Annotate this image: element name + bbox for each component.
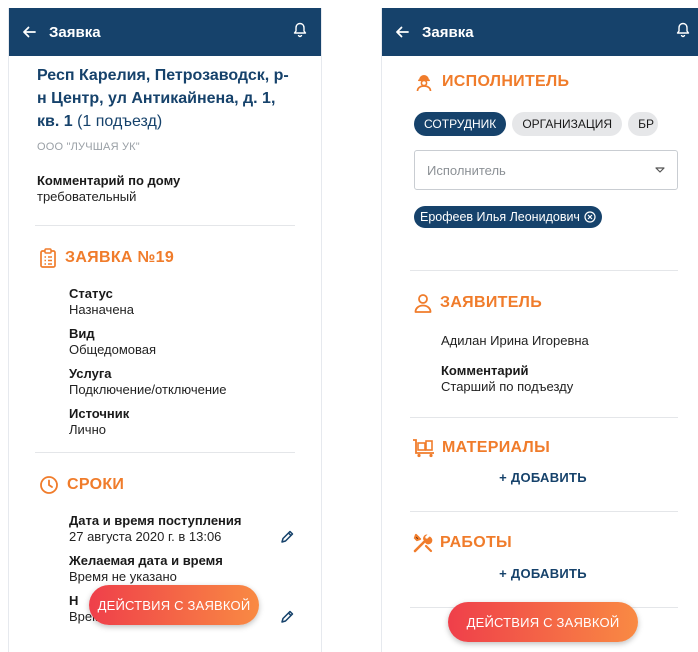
- notifications-button[interactable]: [676, 22, 690, 43]
- clock-icon: [40, 476, 58, 494]
- applicant-comment-value: Старший по подъезду: [441, 379, 574, 394]
- request-section-title: ЗАЯВКА №19: [65, 249, 175, 266]
- back-button[interactable]: [9, 24, 49, 40]
- worker-icon: [416, 75, 432, 92]
- request-actions-button[interactable]: ДЕЙСТВИЯ С ЗАЯВКОЙ: [448, 602, 638, 642]
- selected-executor-name: Ерофеев Илья Леонидович: [420, 210, 580, 224]
- field-label: Вид: [69, 326, 95, 341]
- pencil-icon: [281, 610, 294, 623]
- materials-section-title: МАТЕРИАЛЫ: [442, 439, 551, 456]
- selected-executor-chip: Ерофеев Илья Леонидович: [414, 206, 602, 228]
- field-label: Статус: [69, 286, 113, 301]
- works-section-title: РАБОТЫ: [440, 534, 513, 551]
- applicant-name: Адилан Ирина Игоревна: [441, 333, 589, 348]
- edit-third-button[interactable]: [279, 609, 295, 630]
- arrow-left-icon: [23, 26, 36, 38]
- applicant-comment-label: Комментарий: [441, 363, 529, 378]
- chip-organization[interactable]: ОРГАНИЗАЦИЯ: [512, 112, 623, 136]
- materials-section-header: МАТЕРИАЛЫ: [412, 438, 674, 458]
- terms-section-title: СРОКИ: [67, 476, 125, 493]
- field-label: Желаемая дата и время: [69, 553, 223, 568]
- request-field-source: Источник Лично: [69, 406, 293, 438]
- field-label: Услуга: [69, 366, 112, 381]
- divider: [35, 225, 295, 226]
- terms-field-desired: Желаемая дата и время Время не указано: [69, 553, 293, 585]
- bell-icon: [676, 22, 690, 38]
- executor-type-chips: СОТРУДНИК ОРГАНИЗАЦИЯ БР: [414, 112, 674, 136]
- add-material-button[interactable]: + ДОБАВИТЬ: [412, 470, 674, 485]
- applicant-section-header: ЗАЯВИТЕЛЬ: [414, 293, 674, 313]
- request-field-status: Статус Назначена: [69, 286, 293, 318]
- divider: [410, 270, 678, 271]
- pencil-icon: [281, 530, 294, 543]
- applicant-section-title: ЗАЯВИТЕЛЬ: [440, 294, 543, 311]
- address: Респ Карелия, Петрозаводск, р-н Центр, у…: [37, 64, 293, 133]
- left-screen: Заявка Респ Карелия, Петрозаводск, р-н Ц…: [8, 8, 322, 652]
- caret-down-icon: [655, 167, 665, 173]
- divider: [410, 417, 678, 418]
- field-value: Назначена: [69, 302, 134, 317]
- request-field-service: Услуга Подключение/отключение: [69, 366, 293, 398]
- add-work-button[interactable]: + ДОБАВИТЬ: [412, 566, 674, 581]
- app-bar: Заявка: [9, 8, 321, 56]
- house-comment-label: Комментарий по дому: [37, 173, 181, 188]
- divider: [410, 511, 678, 512]
- request-section-header: ЗАЯВКА №19: [39, 248, 293, 268]
- field-value: Общедомовая: [69, 342, 157, 357]
- field-value: Лично: [69, 422, 106, 437]
- app-bar: Заявка: [382, 8, 698, 56]
- address-entrance: (1 подъезд): [72, 113, 163, 130]
- management-company: ООО "ЛУЧШАЯ УК": [37, 141, 140, 153]
- edit-received-button[interactable]: [279, 529, 295, 550]
- works-section-header: РАБОТЫ: [412, 532, 674, 554]
- bell-icon: [293, 22, 307, 38]
- executor-section-header: ИСПОЛНИТЕЛЬ: [414, 72, 674, 92]
- field-value: Время не указано: [69, 569, 177, 584]
- cart-icon: [413, 439, 434, 458]
- request-field-type: Вид Общедомовая: [69, 326, 293, 358]
- right-screen: Заявка ИСПОЛНИТЕЛЬ СОТРУДНИК ОРГАНИЗАЦИЯ Б…: [381, 8, 698, 652]
- app-bar-title: Заявка: [49, 23, 101, 41]
- field-value: 27 августа 2020 г. в 13:06: [69, 529, 222, 544]
- terms-section-header: СРОКИ: [39, 475, 293, 495]
- terms-field-received: Дата и время поступления 27 августа 2020…: [69, 513, 293, 545]
- executor-select-placeholder: Исполнитель: [427, 162, 506, 178]
- tools-icon: [413, 533, 433, 553]
- app-bar-title: Заявка: [422, 23, 474, 41]
- close-circle-icon[interactable]: [584, 211, 596, 223]
- request-actions-button[interactable]: ДЕЙСТВИЯ С ЗАЯВКОЙ: [89, 585, 259, 625]
- chip-employee[interactable]: СОТРУДНИК: [414, 112, 507, 136]
- executor-select[interactable]: Исполнитель: [414, 150, 678, 190]
- divider: [35, 452, 295, 453]
- clipboard-icon: [40, 248, 56, 268]
- back-button[interactable]: [382, 24, 422, 40]
- field-label: Дата и время поступления: [69, 513, 242, 528]
- chip-brigade[interactable]: БР: [628, 112, 658, 136]
- arrow-left-icon: [396, 26, 409, 38]
- field-value: Подключение/отключение: [69, 382, 227, 397]
- user-icon: [414, 294, 432, 313]
- notifications-button[interactable]: [293, 22, 307, 43]
- field-label: Источник: [69, 406, 130, 421]
- house-comment-value: требовательный: [37, 189, 137, 204]
- executor-section-title: ИСПОЛНИТЕЛЬ: [442, 73, 570, 90]
